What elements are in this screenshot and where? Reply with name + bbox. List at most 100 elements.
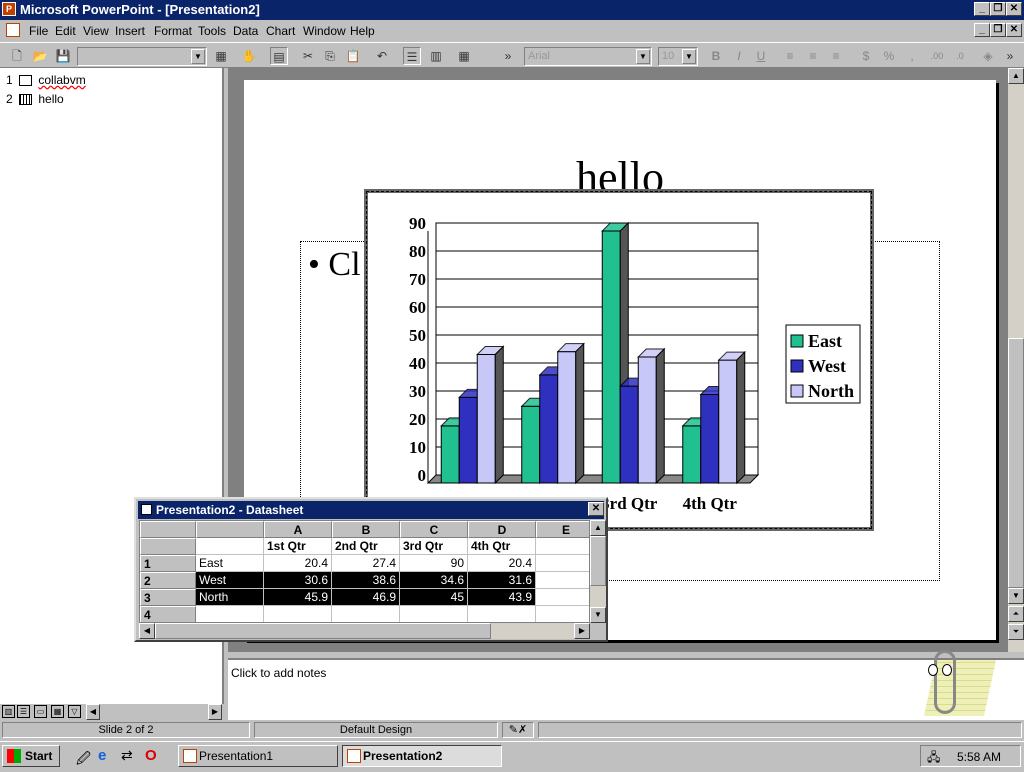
close-button[interactable]: ✕	[1006, 2, 1022, 16]
italic-icon[interactable]: I	[730, 47, 748, 65]
datasheet-cell[interactable]	[264, 606, 332, 622]
column-header[interactable]: A	[264, 521, 332, 538]
doc-minimize-button[interactable]: _	[974, 23, 990, 37]
datasheet-cell[interactable]: 90	[400, 555, 468, 572]
datasheet-cell[interactable]	[536, 589, 589, 606]
bold-icon[interactable]: B	[707, 47, 725, 65]
datasheet-cell[interactable]: 38.6	[332, 572, 400, 589]
view-datasheet-icon[interactable]: ▤	[270, 47, 288, 65]
previous-slide-button[interactable]: ⏶	[1008, 606, 1024, 622]
datasheet-cell[interactable]: 30.6	[264, 572, 332, 589]
underline-icon[interactable]: U	[752, 47, 770, 65]
ds-scroll-right[interactable]: ▶	[574, 623, 590, 639]
office-assistant-paperclip[interactable]	[908, 650, 998, 720]
app-icon[interactable]: P	[2, 2, 16, 16]
scroll-up-button[interactable]: ▲	[1008, 68, 1024, 84]
column-header[interactable]: C	[400, 521, 468, 538]
ds-scroll-down[interactable]: ▼	[590, 607, 606, 623]
clock[interactable]: 5:58 AM	[957, 750, 1001, 764]
column-header[interactable]: B	[332, 521, 400, 538]
menu-help[interactable]: Help	[350, 24, 375, 38]
slide-view-icon[interactable]: ▭	[34, 705, 47, 718]
by-row-icon[interactable]: ☰	[403, 47, 421, 65]
select-all-corner[interactable]	[140, 521, 196, 538]
align-right-icon[interactable]: ≡	[827, 47, 845, 65]
outline-item[interactable]: 1 collabvm	[6, 73, 86, 87]
taskbar-presentation2[interactable]: Presentation2	[342, 745, 502, 767]
datasheet-hscroll[interactable]: ◀ ▶	[139, 623, 590, 639]
category-cell[interactable]: 2nd Qtr	[332, 538, 400, 555]
menu-data[interactable]: Data	[233, 24, 258, 38]
import-icon[interactable]: ✋	[240, 47, 258, 65]
datasheet-cell[interactable]: 20.4	[264, 555, 332, 572]
series-label-cell[interactable]: East	[196, 555, 264, 572]
column-header-label[interactable]	[196, 521, 264, 538]
series-label-cell[interactable]: West	[196, 572, 264, 589]
row-header[interactable]	[140, 538, 196, 555]
tray-network-icon[interactable]: 🖧	[927, 748, 940, 769]
normal-view-icon[interactable]: ▥	[2, 705, 15, 718]
datasheet-cell[interactable]	[196, 538, 264, 555]
outline-scroll-left[interactable]: ◀	[86, 704, 100, 720]
datasheet-cell[interactable]: 31.6	[468, 572, 536, 589]
more-buttons-icon[interactable]: »	[503, 47, 513, 65]
datasheet-cell[interactable]	[536, 606, 589, 622]
doc-close-button[interactable]: ✕	[1006, 23, 1022, 37]
datasheet-cell[interactable]: 46.9	[332, 589, 400, 606]
format-selected-icon[interactable]: ▦	[212, 47, 230, 65]
menu-tools[interactable]: Tools	[198, 24, 226, 38]
save-icon[interactable]: 💾	[54, 47, 72, 65]
ds-hscroll-thumb[interactable]	[155, 623, 491, 639]
outline-view-icon[interactable]: ☰	[17, 705, 30, 718]
row-header[interactable]: 2	[140, 572, 196, 589]
chart-object[interactable]: 01020304050607080901st Qtr2nd Qtr3rd Qtr…	[364, 189, 874, 531]
data-table-icon[interactable]: ▦	[455, 47, 473, 65]
new-icon[interactable]: 🗋	[8, 47, 26, 65]
menu-view[interactable]: View	[83, 24, 109, 38]
minimize-button[interactable]: _	[974, 2, 990, 16]
datasheet-cell[interactable]: 27.4	[332, 555, 400, 572]
increase-decimal-icon[interactable]: .00	[928, 47, 946, 65]
fill-color-icon[interactable]: ◈	[979, 47, 997, 65]
font-select[interactable]: Arial ▼	[524, 47, 652, 66]
menu-edit[interactable]: Edit	[55, 24, 76, 38]
percent-icon[interactable]: %	[880, 47, 898, 65]
category-cell[interactable]: 3rd Qtr	[400, 538, 468, 555]
chart-objects-select[interactable]: ▼	[77, 47, 207, 66]
datasheet-cell[interactable]	[536, 538, 589, 555]
font-size-select[interactable]: 10 ▼	[658, 47, 698, 66]
datasheet-cell[interactable]	[468, 606, 536, 622]
datasheet-cell[interactable]	[332, 606, 400, 622]
cut-icon[interactable]: ✂	[299, 47, 317, 65]
column-header[interactable]: E	[536, 521, 589, 538]
taskbar-presentation1[interactable]: Presentation1	[178, 745, 338, 767]
comma-icon[interactable]: ,	[903, 47, 921, 65]
align-center-icon[interactable]: ≡	[804, 47, 822, 65]
datasheet-close-button[interactable]: ✕	[588, 502, 604, 516]
slide-sorter-icon[interactable]: ▦	[51, 705, 64, 718]
menu-format[interactable]: Format	[154, 24, 192, 38]
restore-button[interactable]: ❐	[990, 2, 1006, 16]
menu-file[interactable]: File	[29, 24, 48, 38]
outline-item[interactable]: 2 hello	[6, 92, 64, 106]
open-icon[interactable]: 📂	[31, 47, 49, 65]
undo-icon[interactable]: ↶	[373, 47, 391, 65]
menu-chart[interactable]: Chart	[266, 24, 295, 38]
datasheet-cell[interactable]	[536, 572, 589, 589]
column-header[interactable]: D	[468, 521, 536, 538]
by-column-icon[interactable]: ▥	[427, 47, 445, 65]
copy-icon[interactable]: ⎘	[321, 47, 339, 65]
category-cell[interactable]: 4th Qtr	[468, 538, 536, 555]
currency-icon[interactable]: $	[857, 47, 875, 65]
datasheet-cell[interactable]: 43.9	[468, 589, 536, 606]
datasheet-vscroll[interactable]: ▲ ▼	[590, 520, 606, 623]
series-label-cell[interactable]: North	[196, 589, 264, 606]
datasheet-cell[interactable]: 45.9	[264, 589, 332, 606]
outline-scroll-right[interactable]: ▶	[208, 704, 222, 720]
scroll-down-button[interactable]: ▼	[1008, 588, 1024, 604]
slide-show-icon[interactable]: ▽	[68, 705, 81, 718]
decrease-decimal-icon[interactable]: .0	[951, 47, 969, 65]
datasheet-cell[interactable]: 45	[400, 589, 468, 606]
doc-icon[interactable]	[6, 23, 20, 37]
toolbar-more-icon[interactable]: »	[1004, 47, 1016, 65]
